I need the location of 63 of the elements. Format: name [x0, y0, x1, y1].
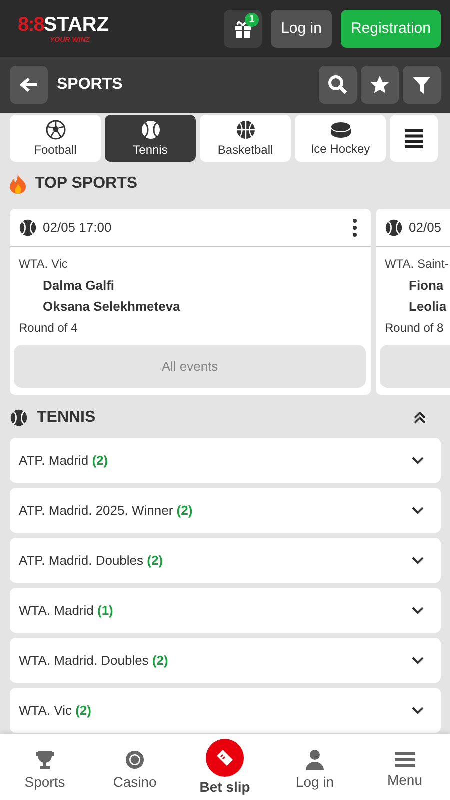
section-title: TENNIS — [37, 409, 96, 427]
tennis-ball-icon — [385, 218, 403, 236]
tennis-ball-icon — [10, 409, 28, 427]
trophy-icon — [35, 750, 55, 770]
star-icon — [370, 75, 390, 95]
player-name: Leolia — [408, 298, 448, 316]
round-label: Round of 4 — [19, 320, 79, 337]
chevron-down-icon — [412, 456, 424, 464]
hockey-puck-icon — [330, 121, 352, 139]
list-icon — [404, 128, 424, 148]
search-icon — [328, 75, 348, 95]
menu-icon — [395, 752, 415, 768]
section-title: TOP SPORTS — [35, 175, 138, 193]
favorites-button[interactable] — [361, 66, 399, 104]
ticket-icon — [215, 748, 235, 768]
tennis-ball-icon — [140, 120, 160, 140]
notification-badge: 1 — [245, 12, 260, 26]
filter-icon — [412, 75, 432, 95]
tournament-name: WTA. Saint- — [385, 257, 450, 273]
back-arrow-icon — [20, 77, 38, 93]
nav-item[interactable]: Log in — [275, 744, 355, 790]
chevron-down-icon — [412, 656, 424, 664]
user-icon — [306, 750, 324, 770]
sport-tab[interactable]: Football — [10, 115, 101, 162]
round-label: Round of 8 — [385, 320, 445, 337]
more-sports-button[interactable] — [390, 115, 438, 162]
chevron-down-icon — [412, 706, 424, 714]
event-time: 02/05 17:00 — [43, 220, 112, 235]
tennis-ball-icon — [19, 218, 37, 236]
chevron-down-icon — [412, 606, 424, 614]
logo-mark: 8:8 — [18, 14, 44, 36]
logo-text: STARZ — [44, 14, 110, 36]
tournament-row[interactable]: WTA. Madrid. Doubles (2) — [10, 638, 441, 683]
back-button[interactable] — [10, 66, 48, 104]
login-button[interactable]: Log in — [271, 10, 332, 48]
search-button[interactable] — [319, 66, 357, 104]
soccer-ball-icon — [46, 120, 66, 140]
tournament-row[interactable]: ATP. Madrid. 2025. Winner (2) — [10, 488, 441, 533]
sport-tab[interactable]: Ice Hockey — [295, 115, 386, 162]
event-time: 02/05 — [409, 220, 442, 235]
tournament-row[interactable]: ATP. Madrid (2) — [10, 438, 441, 483]
sport-tab[interactable]: Tennis — [105, 115, 196, 162]
tournament-name: WTA. Vic — [19, 257, 69, 273]
tournament-row[interactable]: WTA. Vic (2) — [10, 688, 441, 733]
chevron-down-icon — [412, 556, 424, 564]
flame-icon — [10, 174, 26, 194]
player-name: Oksana Selekhmeteva — [42, 298, 182, 316]
sport-tab[interactable]: Basketball — [200, 115, 291, 162]
more-options-icon[interactable] — [353, 218, 357, 236]
collapse-icon[interactable] — [414, 412, 426, 424]
nav-item[interactable]: Sports — [5, 744, 85, 790]
page-title: SPORTS — [57, 76, 123, 94]
tournament-row[interactable]: ATP. Madrid. Doubles (2) — [10, 538, 441, 583]
nav-item[interactable]: Bet slip — [185, 739, 265, 795]
nav-item[interactable]: Casino — [95, 744, 175, 790]
chevron-down-icon — [412, 506, 424, 514]
basketball-icon — [236, 120, 256, 140]
filter-button[interactable] — [403, 66, 441, 104]
casino-chip-icon — [125, 750, 145, 770]
tournament-row[interactable]: WTA. Madrid (1) — [10, 588, 441, 633]
nav-item[interactable]: Menu — [365, 746, 445, 788]
player-name: Fiona — [408, 277, 445, 295]
player-name: Dalma Galfi — [42, 277, 116, 295]
